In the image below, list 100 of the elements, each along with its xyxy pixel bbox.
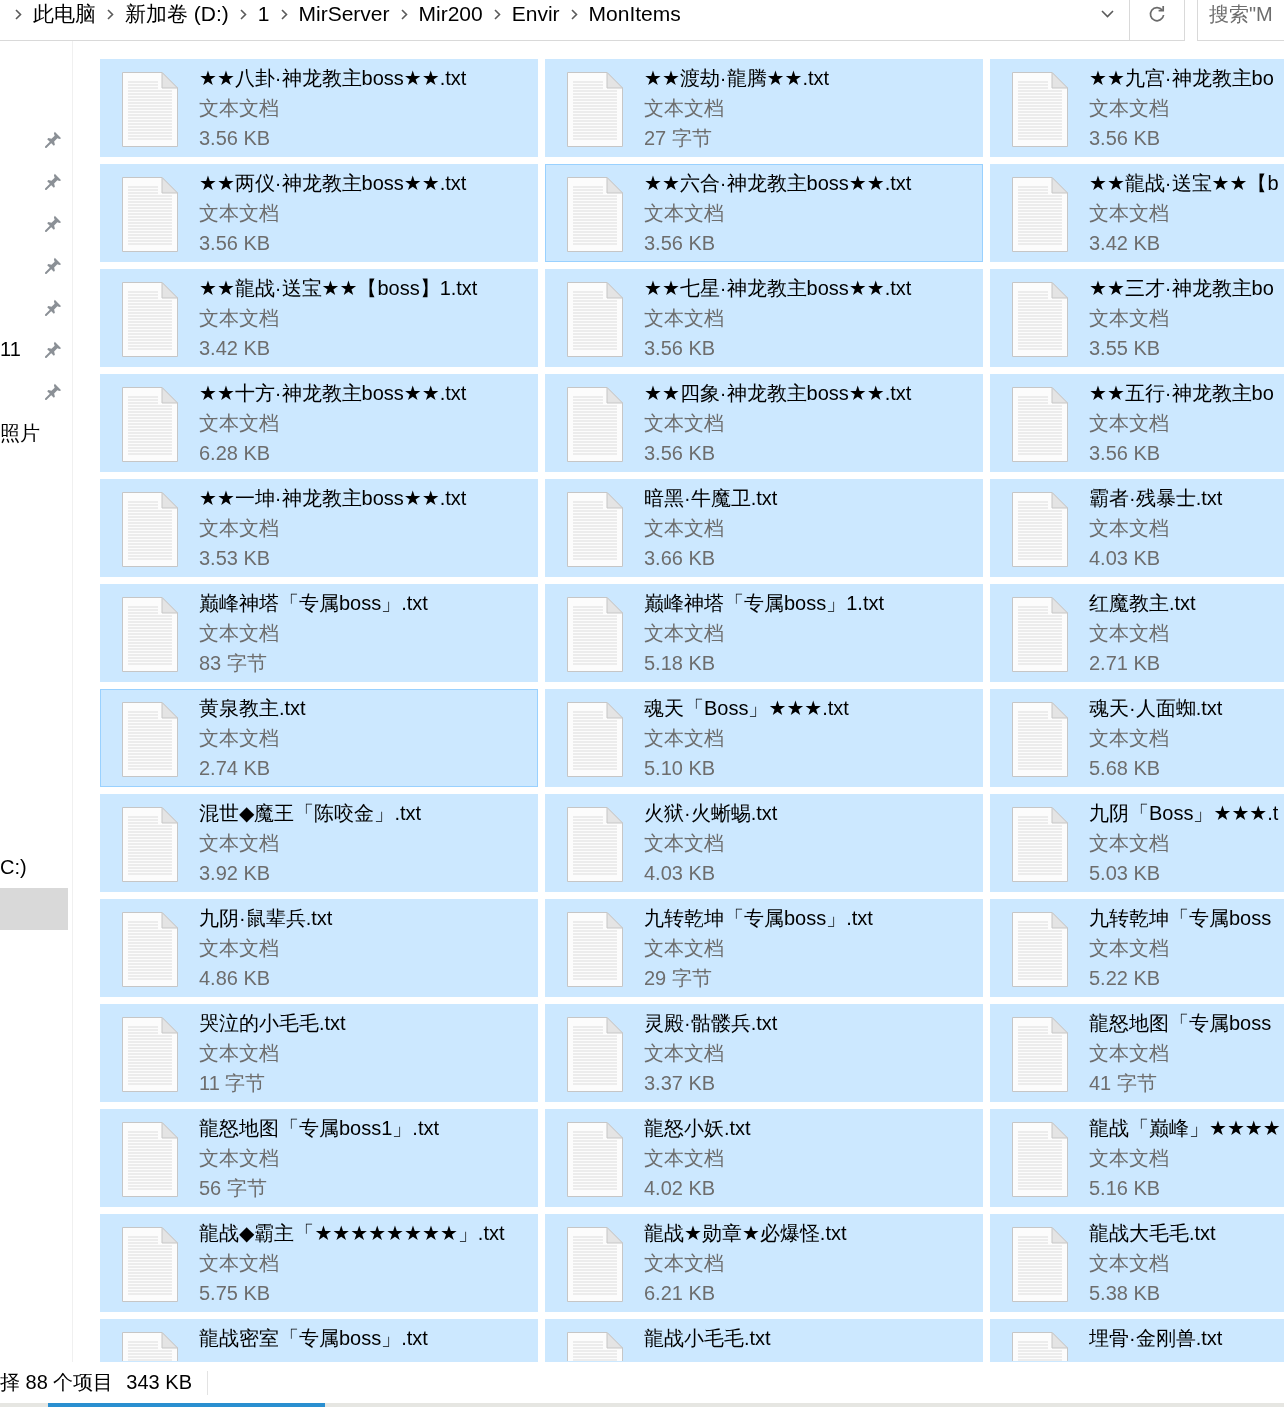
file-item[interactable]: ★★七星·神龙教主boss★★.txt 文本文档 3.56 KB — [545, 269, 983, 367]
file-item[interactable]: 龍战小毛毛.txt — [545, 1319, 983, 1362]
address-bar[interactable]: 此电脑 新加卷 (D:) 1 MirServer Mir200 Envir MonItems — [0, 0, 1185, 41]
file-item[interactable]: 龍战◆霸主「★★★★★★★★」.txt 文本文档 5.75 KB — [100, 1214, 538, 1312]
file-name: 红魔教主.txt — [1089, 591, 1196, 616]
file-item[interactable]: 巅峰神塔「专属boss」1.txt 文本文档 5.18 KB — [545, 584, 983, 682]
file-item[interactable]: 火狱·火蜥蜴.txt 文本文档 4.03 KB — [545, 794, 983, 892]
file-name: 巅峰神塔「专属boss」.txt — [199, 591, 428, 616]
chevron-right-icon[interactable] — [280, 8, 288, 20]
file-item[interactable]: 暗黑·牛魔卫.txt 文本文档 3.66 KB — [545, 479, 983, 577]
file-type: 文本文档 — [1089, 96, 1169, 121]
file-item[interactable]: 魂天·人面蜘.txt 文本文档 5.68 KB — [990, 689, 1284, 787]
chevron-right-icon[interactable] — [493, 8, 501, 20]
file-size: 3.56 KB — [644, 336, 716, 361]
selection-size: 343 KB — [126, 1371, 192, 1394]
file-item[interactable]: ★★六合·神龙教主boss★★.txt 文本文档 3.56 KB — [545, 164, 983, 262]
chevron-right-icon[interactable] — [15, 8, 22, 20]
file-item[interactable]: 灵殿·骷髅兵.txt 文本文档 3.37 KB — [545, 1004, 983, 1102]
file-item[interactable]: ★★三才·神龙教主bo 文本文档 3.55 KB — [990, 269, 1284, 367]
file-name: ★★九宫·神龙教主bo — [1089, 66, 1274, 91]
text-document-icon — [122, 597, 178, 672]
file-type: 文本文档 — [644, 411, 724, 436]
item-count: 择 88 个项目 — [0, 1370, 114, 1395]
nav-item[interactable]: 照片 — [0, 412, 68, 454]
chevron-right-icon[interactable] — [107, 8, 114, 20]
file-item[interactable]: 混世◆魔王「陈咬金」.txt 文本文档 3.92 KB — [100, 794, 538, 892]
text-document-icon — [1012, 492, 1068, 567]
file-size: 5.38 KB — [1089, 1281, 1161, 1306]
file-size: 3.56 KB — [644, 231, 716, 256]
file-item[interactable]: 巅峰神塔「专属boss」.txt 文本文档 83 字节 — [100, 584, 538, 682]
file-name: ★★六合·神龙教主boss★★.txt — [644, 171, 912, 196]
file-type: 文本文档 — [644, 621, 724, 646]
breadcrumb-item[interactable]: 此电脑 — [33, 0, 96, 28]
file-item[interactable]: ★★龍战·送宝★★【boss】1.txt 文本文档 3.42 KB — [100, 269, 538, 367]
chevron-right-icon[interactable] — [400, 8, 408, 20]
chevron-right-icon[interactable] — [570, 8, 578, 20]
file-item[interactable]: 黄泉教主.txt 文本文档 2.74 KB — [100, 689, 538, 787]
chevron-right-icon[interactable] — [239, 8, 247, 20]
pin-icon[interactable] — [45, 340, 62, 358]
file-item[interactable]: 霸者·残暴士.txt 文本文档 4.03 KB — [990, 479, 1284, 577]
file-type: 文本文档 — [1089, 306, 1169, 331]
file-item[interactable]: 龍战「巅峰」★★★★ 文本文档 5.16 KB — [990, 1109, 1284, 1207]
file-item[interactable]: 龍战密室「专属boss」.txt — [100, 1319, 538, 1362]
breadcrumb-item[interactable]: MirServer — [298, 2, 390, 26]
file-item[interactable]: 埋骨·金刚兽.txt — [990, 1319, 1284, 1362]
nav-item[interactable]: 11 — [0, 328, 68, 370]
file-item[interactable]: 红魔教主.txt 文本文档 2.71 KB — [990, 584, 1284, 682]
text-document-icon — [1012, 282, 1068, 357]
file-item[interactable]: ★★五行·神龙教主bo 文本文档 3.56 KB — [990, 374, 1284, 472]
file-type: 文本文档 — [199, 1251, 279, 1276]
file-type: 文本文档 — [644, 201, 724, 226]
file-item[interactable]: ★★两仪·神龙教主boss★★.txt 文本文档 3.56 KB — [100, 164, 538, 262]
file-name: ★★三才·神龙教主bo — [1089, 276, 1274, 301]
text-document-icon — [122, 492, 178, 567]
file-item[interactable]: 九转乾坤「专属boss」.txt 文本文档 29 字节 — [545, 899, 983, 997]
file-item[interactable]: 龍战大毛毛.txt 文本文档 5.38 KB — [990, 1214, 1284, 1312]
pin-icon[interactable] — [45, 130, 62, 148]
file-item[interactable]: 龍怒地图「专属boss 文本文档 41 字节 — [990, 1004, 1284, 1102]
file-item[interactable]: ★★八卦·神龙教主boss★★.txt 文本文档 3.56 KB — [100, 59, 538, 157]
file-item[interactable]: 九阴·鼠辈兵.txt 文本文档 4.86 KB — [100, 899, 538, 997]
file-item[interactable]: ★★四象·神龙教主boss★★.txt 文本文档 3.56 KB — [545, 374, 983, 472]
file-name: 黄泉教主.txt — [199, 696, 306, 721]
file-type: 文本文档 — [644, 1146, 724, 1171]
pin-icon[interactable] — [45, 382, 62, 400]
file-name: ★★渡劫·龍腾★★.txt — [644, 66, 830, 91]
text-document-icon — [567, 1017, 623, 1092]
file-size: 3.53 KB — [199, 546, 271, 571]
file-size: 4.03 KB — [1089, 546, 1161, 571]
file-name: 龍怒地图「专属boss1」.txt — [199, 1116, 440, 1141]
search-field[interactable]: 搜索"M — [1197, 0, 1284, 41]
file-item[interactable]: ★★十方·神龙教主boss★★.txt 文本文档 6.28 KB — [100, 374, 538, 472]
breadcrumb-item[interactable]: 1 — [257, 2, 270, 26]
breadcrumb-item[interactable]: Mir200 — [418, 2, 483, 26]
file-name: 灵殿·骷髅兵.txt — [644, 1011, 778, 1036]
file-item[interactable]: ★★一坤·神龙教主boss★★.txt 文本文档 3.53 KB — [100, 479, 538, 577]
file-type: 文本文档 — [1089, 936, 1169, 961]
file-type: 文本文档 — [644, 831, 724, 856]
file-item[interactable]: 哭泣的小毛毛.txt 文本文档 11 字节 — [100, 1004, 538, 1102]
pin-icon[interactable] — [45, 256, 62, 274]
file-size: 5.10 KB — [644, 756, 716, 781]
breadcrumb-item[interactable]: MonItems — [588, 2, 681, 26]
file-item[interactable]: 九转乾坤「专属boss 文本文档 5.22 KB — [990, 899, 1284, 997]
pin-icon[interactable] — [45, 298, 62, 316]
file-name: 龍战大毛毛.txt — [1089, 1221, 1216, 1246]
breadcrumb-item[interactable]: 新加卷 (D:) — [125, 0, 229, 28]
file-item[interactable]: ★★九宫·神龙教主bo 文本文档 3.56 KB — [990, 59, 1284, 157]
pin-icon[interactable] — [45, 172, 62, 190]
file-item[interactable]: 龍战★勋章★必爆怪.txt 文本文档 6.21 KB — [545, 1214, 983, 1312]
pin-icon[interactable] — [45, 214, 62, 232]
file-item[interactable]: 魂天「Boss」★★★.txt 文本文档 5.10 KB — [545, 689, 983, 787]
file-item[interactable]: 龍怒小妖.txt 文本文档 4.02 KB — [545, 1109, 983, 1207]
file-type: 文本文档 — [644, 1041, 724, 1066]
file-item[interactable]: ★★龍战·送宝★★【b 文本文档 3.42 KB — [990, 164, 1284, 262]
breadcrumb-item[interactable]: Envir — [511, 2, 560, 26]
text-document-icon — [567, 702, 623, 777]
nav-item[interactable]: C:) — [0, 846, 68, 888]
file-item[interactable]: 九阴「Boss」★★★.t 文本文档 5.03 KB — [990, 794, 1284, 892]
text-document-icon — [1012, 912, 1068, 987]
file-item[interactable]: ★★渡劫·龍腾★★.txt 文本文档 27 字节 — [545, 59, 983, 157]
file-item[interactable]: 龍怒地图「专属boss1」.txt 文本文档 56 字节 — [100, 1109, 538, 1207]
